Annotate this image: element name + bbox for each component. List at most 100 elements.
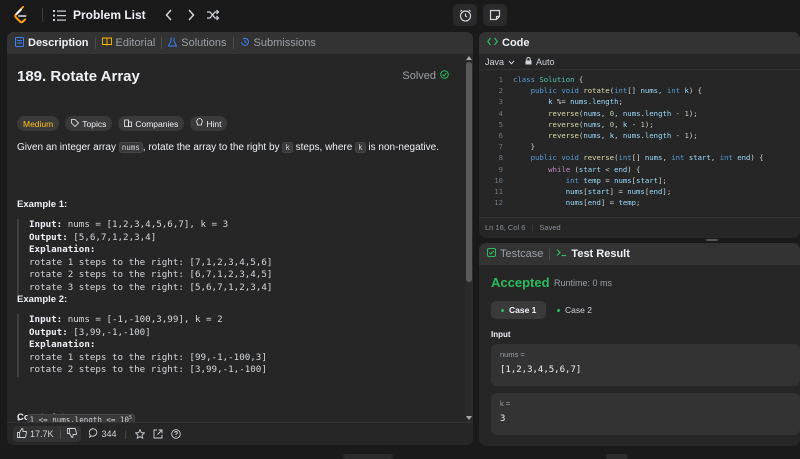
hint-label: Hint <box>206 118 222 129</box>
tab-submissions[interactable]: Submissions <box>240 37 316 50</box>
divider: | <box>531 223 534 232</box>
code-editor[interactable]: 1 2 3 4 5 6 7 8 9 10 11 12 class Solutio… <box>479 74 800 206</box>
code-line: nums[start] = nums[end]; <box>565 187 672 196</box>
tab-submissions-label: Submissions <box>253 37 316 49</box>
statement-text: , rotate the array to the right by <box>142 142 283 153</box>
lightbulb-icon <box>196 118 203 129</box>
favorite-star-icon[interactable] <box>134 429 145 439</box>
example-1-block: Input: nums = [1,2,3,4,5,6,7], k = 3 Out… <box>17 219 457 295</box>
solved-label: Solved <box>402 70 436 82</box>
example-input-row: Input: nums = [-1,-100,3,99], k = 2 <box>29 314 457 327</box>
problem-list-link[interactable]: Problem List <box>73 8 146 22</box>
description-content: 189. Rotate Array Solved Medium Topics C… <box>7 54 465 422</box>
scroll-up-arrow[interactable] <box>466 56 472 60</box>
tab-testcase-label: Testcase <box>500 248 544 260</box>
code-toolbar: Java Auto <box>479 54 800 70</box>
line-number: 3 <box>498 97 503 107</box>
input-label: Input: <box>29 219 63 230</box>
history-icon <box>240 37 250 50</box>
case-1-button[interactable]: Case 1 <box>491 301 547 319</box>
lock-icon <box>525 56 532 67</box>
code-line: k %= nums.length; <box>548 97 623 107</box>
tab-code[interactable]: Code <box>487 37 530 49</box>
description-scrollbar[interactable] <box>465 54 473 422</box>
explanation-label: Explanation: <box>29 339 96 351</box>
tab-description[interactable]: Description <box>15 36 89 50</box>
divider <box>549 248 551 260</box>
case-2-button[interactable]: Case 2 <box>547 301 602 319</box>
code-brackets-icon <box>487 37 498 49</box>
center-tools <box>453 4 507 26</box>
example-explanation-label: Explanation: <box>29 244 457 257</box>
topics-chip[interactable]: Topics <box>65 116 113 131</box>
input-value: nums = [1,2,3,4,5,6,7], k = 3 <box>62 219 229 230</box>
line-number: 9 <box>498 164 503 174</box>
hint-chip[interactable]: Hint <box>190 116 228 131</box>
chevron-down-icon <box>508 57 515 67</box>
scroll-thumb[interactable] <box>466 62 472 282</box>
pass-dot <box>501 308 504 312</box>
inline-code: k <box>355 142 366 153</box>
divider <box>232 37 234 49</box>
code-status-bar: Ln 16, Col 6 | Saved <box>479 217 800 237</box>
explanation-line: rotate 2 steps to the right: [3,99,-1,-1… <box>29 364 267 376</box>
example-1-title: Example 1: <box>17 199 68 210</box>
explanation-line: rotate 1 steps to the right: [7,1,2,3,4,… <box>29 256 273 268</box>
timer-icon[interactable] <box>453 4 477 26</box>
solved-status: Solved <box>402 70 449 82</box>
flask-icon <box>167 37 178 50</box>
book-icon <box>101 37 112 49</box>
companies-chip[interactable]: Companies <box>118 116 185 131</box>
bottom-handle[interactable] <box>606 454 628 459</box>
comments-count: 344 <box>101 429 117 439</box>
check-circle-icon <box>440 70 449 82</box>
tab-editorial[interactable]: Editorial <box>101 37 155 49</box>
tag-icon <box>71 118 80 129</box>
top-bar: Problem List <box>0 0 800 30</box>
divider: | <box>124 429 127 439</box>
param-k-box: k = 3 <box>491 393 800 435</box>
code-line: public void reverse(int[] nums, int star… <box>530 153 764 163</box>
output-label: Output: <box>29 231 68 243</box>
output-value: [5,6,7,1,2,3,4] <box>67 231 157 243</box>
code-line: } <box>513 142 535 152</box>
line-number: 1 <box>498 75 503 84</box>
list-icon[interactable] <box>51 7 67 23</box>
terminal-icon <box>556 248 567 260</box>
language-select[interactable]: Java <box>485 57 515 67</box>
description-panel: Description Editorial Solutions Submissi… <box>7 32 473 445</box>
result-tabs: Testcase Test Result <box>479 243 800 265</box>
notes-icon[interactable] <box>483 4 507 26</box>
line-number: 7 <box>498 142 503 152</box>
runtime-label: Runtime: 0 ms <box>554 278 613 288</box>
description-tabs: Description Editorial Solutions Submissi… <box>7 32 473 54</box>
tab-testcase[interactable]: Testcase <box>487 248 543 260</box>
thumbs-down-icon[interactable] <box>66 428 77 440</box>
bottom-handle[interactable] <box>343 454 393 459</box>
tab-test-result[interactable]: Test Result <box>556 248 630 260</box>
tab-test-result-label: Test Result <box>571 248 630 260</box>
tab-solutions[interactable]: Solutions <box>167 37 227 50</box>
code-line: public void rotate(int[] nums, int k) { <box>530 86 703 96</box>
leetcode-logo[interactable] <box>10 4 32 26</box>
case-2-label: Case 2 <box>565 305 592 315</box>
resize-handle[interactable] <box>706 239 718 241</box>
share-icon[interactable] <box>153 429 163 439</box>
auto-mode-toggle[interactable]: Auto <box>525 57 555 67</box>
inline-code: k <box>282 142 293 153</box>
line-number: 11 <box>494 187 503 196</box>
comments-button[interactable]: 344 <box>88 428 117 440</box>
shuffle-icon[interactable] <box>202 4 224 26</box>
divider <box>42 8 43 22</box>
help-icon[interactable] <box>171 429 181 439</box>
next-problem-icon[interactable] <box>180 4 202 26</box>
building-icon <box>124 119 133 129</box>
topics-label: Topics <box>82 118 107 129</box>
cursor-position: Ln 16, Col 6 <box>485 223 526 232</box>
save-status: Saved <box>539 223 561 232</box>
constraint-exponent: 5 <box>128 415 132 421</box>
like-button[interactable]: 17.7K <box>13 426 81 442</box>
scroll-down-arrow[interactable] <box>466 416 472 420</box>
explanation-label: Explanation: <box>29 244 96 256</box>
previous-problem-icon[interactable] <box>158 4 180 26</box>
